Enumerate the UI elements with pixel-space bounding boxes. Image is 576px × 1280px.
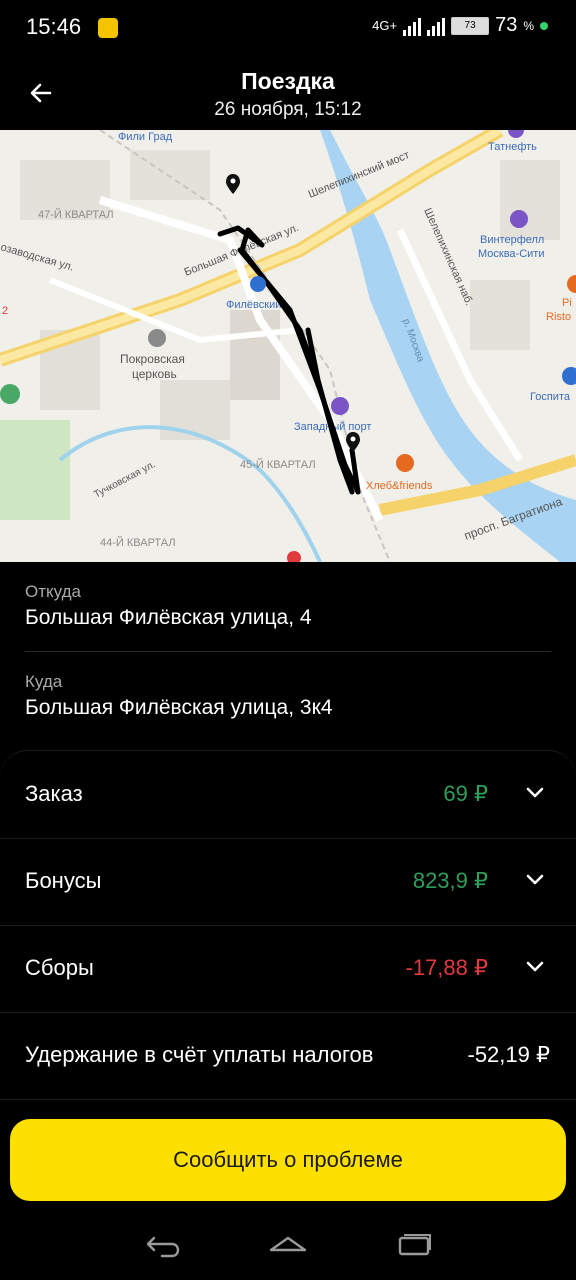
map-label: 44-Й КВАРТАЛ: [100, 536, 176, 549]
battery-percent: 73: [495, 14, 518, 36]
map-label: 45-Й КВАРТАЛ: [240, 458, 316, 471]
tax-label: Удержание в счёт уплаты налогов: [25, 1042, 374, 1067]
nav-recents-icon[interactable]: [394, 1232, 434, 1258]
map-label: церковь: [132, 367, 177, 381]
map-label: Фили Град: [118, 131, 173, 143]
to-label: Куда: [25, 672, 63, 691]
fees-row[interactable]: Сборы -17,88 ₽: [0, 925, 576, 1013]
signal-icon: [403, 16, 422, 36]
finance-card: Заказ 69 ₽ Бонусы 823,9 ₽ Сборы -17,88 ₽…: [0, 750, 576, 1111]
fees-label: Сборы: [25, 955, 94, 980]
to-block: Куда Большая Филёвская улица, 3к4: [25, 672, 332, 720]
chevron-down-icon[interactable]: [526, 961, 544, 973]
divider: [25, 651, 551, 652]
app-notification-icon: [98, 18, 118, 38]
chevron-down-icon[interactable]: [526, 874, 544, 886]
map-label: 47-Й КВАРТАЛ: [38, 208, 114, 221]
page-title: Поездка: [241, 68, 335, 94]
fees-amount: -17,88 ₽: [405, 955, 489, 980]
trip-map[interactable]: Фили Град Татнефть 47-Й КВАРТАЛ Шелепихи…: [0, 130, 576, 562]
route-card: Откуда Большая Филёвская улица, 4 Куда Б…: [0, 562, 576, 742]
battery-icon: 73: [451, 16, 490, 35]
map-label: Pi: [562, 297, 572, 309]
signal-icon: [427, 16, 446, 36]
map-label: Госпита: [530, 391, 571, 403]
bonus-row[interactable]: Бонусы 823,9 ₽: [0, 838, 576, 926]
status-indicators: 4G+ 73 73%: [372, 14, 548, 37]
map-label: Москва-Сити: [478, 248, 545, 260]
header: Поездка 26 ноября, 15:12: [0, 56, 576, 130]
from-label: Откуда: [25, 582, 81, 601]
map-label: Татнефть: [488, 141, 537, 153]
map-label: 2: [2, 305, 8, 317]
system-nav-bar: [0, 1210, 576, 1280]
nav-home-icon[interactable]: [268, 1232, 308, 1258]
battery-level: 73: [464, 20, 476, 31]
battery-percent-sign: %: [523, 18, 534, 33]
map-label: Risto: [546, 311, 571, 323]
tax-amount: -52,19 ₽: [467, 1042, 551, 1067]
status-dot-icon: [540, 21, 548, 30]
report-problem-button[interactable]: Сообщить о проблеме: [10, 1119, 566, 1201]
map-label: Хлеб&friends: [366, 480, 433, 492]
network-type: 4G+: [372, 18, 398, 33]
to-address: Большая Филёвская улица, 3к4: [25, 696, 333, 719]
status-time: 15:46: [26, 14, 82, 39]
order-row[interactable]: Заказ 69 ₽: [0, 751, 576, 839]
from-block: Откуда Большая Филёвская улица, 4: [25, 582, 312, 630]
order-amount: 69 ₽: [443, 781, 488, 806]
chevron-down-icon[interactable]: [526, 787, 544, 799]
map-label: Покровская: [120, 352, 185, 366]
order-label: Заказ: [25, 781, 83, 806]
bonus-label: Бонусы: [25, 868, 102, 893]
map-label: Винтерфелл: [480, 234, 544, 246]
trip-datetime: 26 ноября, 15:12: [214, 99, 362, 120]
bonus-amount: 823,9 ₽: [412, 868, 488, 893]
status-bar: 15:46 4G+ 73 73%: [0, 0, 576, 56]
from-address: Большая Филёвская улица, 4: [25, 606, 312, 629]
tax-row: Удержание в счёт уплаты налогов -52,19 ₽: [0, 1012, 576, 1100]
map-label: Филёвский: [226, 299, 281, 311]
nav-back-icon[interactable]: [142, 1232, 182, 1258]
